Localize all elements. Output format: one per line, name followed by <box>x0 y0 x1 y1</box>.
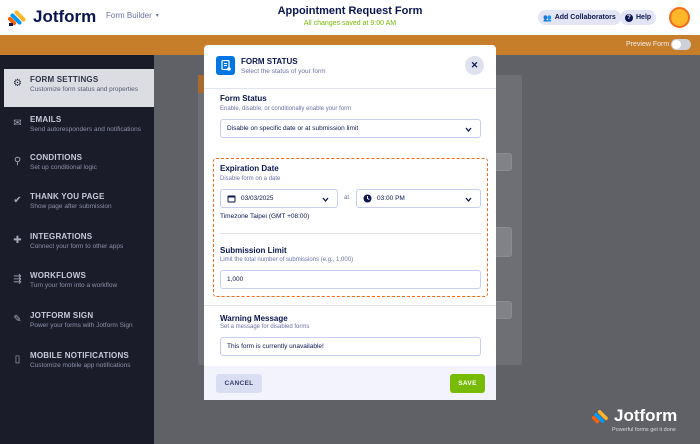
conditions-icon: ⚲ <box>13 156 22 167</box>
clock-icon <box>363 194 372 203</box>
sidebar-item-subtitle: Turn your form into a workflow <box>30 282 118 289</box>
save-button[interactable]: SAVE <box>450 374 485 393</box>
submission-limit-label: Submission Limit <box>220 246 287 255</box>
cancel-button[interactable]: CANCEL <box>216 374 262 393</box>
chevron-down-icon <box>465 127 472 133</box>
sidebar-item-subtitle: Customize form status and properties <box>30 86 139 93</box>
sidebar-item-subtitle: Customize mobile app notifications <box>30 362 131 369</box>
warning-message-input[interactable]: This form is currently unavailable! <box>220 337 481 356</box>
sidebar-item-form-settings[interactable]: ⚙ FORM SETTINGS Customize form status an… <box>4 69 154 107</box>
close-icon: ✕ <box>470 60 479 70</box>
form-status-label: Form Status <box>220 94 267 103</box>
sidebar-item-integrations[interactable]: ✚ INTEGRATIONS Connect your form to othe… <box>0 226 154 264</box>
help-icon: ? <box>625 13 633 22</box>
jotform-watermark: Jotform <box>592 406 677 426</box>
sidebar-item-title: JOTFORM SIGN <box>30 311 94 320</box>
timezone-text: Timezone Taipei (GMT +08:00) <box>220 213 310 220</box>
modal-title: FORM STATUS <box>241 57 298 66</box>
check-circle-icon: ✔ <box>13 195 22 206</box>
submission-limit-description: Limit the total number of submissions (e… <box>220 257 354 263</box>
mobile-icon: ▯ <box>14 354 21 365</box>
modal-footer: CANCEL SAVE <box>204 366 496 400</box>
gear-icon: ⚙ <box>13 78 22 89</box>
sidebar-item-subtitle: Power your forms with Jotform Sign <box>30 322 133 329</box>
sidebar-item-subtitle: Send autoresponders and notifications <box>30 126 141 133</box>
preview-form-toggle[interactable] <box>671 39 691 50</box>
sidebar-item-thank-you-page[interactable]: ✔ THANK YOU PAGE Show page after submiss… <box>0 186 154 224</box>
form-status-description: Enable, disable, or conditionally enable… <box>220 106 352 112</box>
expiration-date-value: 03/03/2025 <box>241 195 274 202</box>
preview-form-label: Preview Form <box>626 41 670 48</box>
close-button[interactable]: ✕ <box>465 56 484 75</box>
chevron-down-icon <box>322 197 329 203</box>
sidebar-item-title: WORKFLOWS <box>30 271 87 280</box>
warning-message-description: Set a message for disabled forms <box>220 324 310 330</box>
sidebar-item-subtitle: Show page after submission <box>30 203 112 210</box>
sign-icon: ✎ <box>13 314 22 325</box>
form-status-select[interactable]: Disable on specific date or at submissio… <box>220 119 481 138</box>
users-icon: 👥 <box>543 14 552 22</box>
avatar[interactable] <box>669 7 690 28</box>
modal-header: FORM STATUS Select the status of your fo… <box>204 45 496 89</box>
sidebar-item-mobile-notifications[interactable]: ▯ MOBILE NOTIFICATIONS Customize mobile … <box>0 345 154 383</box>
section-divider <box>204 305 496 306</box>
warning-message-label: Warning Message <box>220 314 288 323</box>
expiration-time-value: 03:00 PM <box>377 195 405 202</box>
add-collaborators-label: Add Collaborators <box>554 14 616 21</box>
watermark-tagline: Powerful forms get it done <box>612 427 676 433</box>
workflow-icon: ⇶ <box>13 274 22 285</box>
sidebar-item-title: INTEGRATIONS <box>30 232 93 241</box>
document-icon <box>220 60 231 71</box>
sidebar-item-title: MOBILE NOTIFICATIONS <box>30 351 129 360</box>
at-separator: at <box>344 195 350 201</box>
submission-limit-value: 1,000 <box>227 276 244 283</box>
sidebar-item-conditions[interactable]: ⚲ CONDITIONS Set up conditional logic <box>0 147 154 185</box>
modal-subtitle: Select the status of your form <box>241 68 326 75</box>
sidebar-item-subtitle: Set up conditional logic <box>30 164 97 171</box>
sidebar-item-emails[interactable]: ✉ EMAILS Send autoresponders and notific… <box>0 109 154 147</box>
envelope-icon: ✉ <box>13 118 22 129</box>
sidebar-item-workflows[interactable]: ⇶ WORKFLOWS Turn your form into a workfl… <box>0 265 154 303</box>
expiration-date-label: Expiration Date <box>220 164 279 173</box>
top-header: Jotform Form Builder ▾ Appointment Reque… <box>0 0 700 35</box>
sidebar-item-jotform-sign[interactable]: ✎ JOTFORM SIGN Power your forms with Jot… <box>0 305 154 343</box>
calendar-icon <box>227 195 236 203</box>
expiration-date-description: Disable form on a date <box>220 176 281 182</box>
help-label: Help <box>636 14 652 21</box>
sidebar-item-title: CONDITIONS <box>30 153 83 162</box>
sidebar-item-title: THANK YOU PAGE <box>30 192 105 201</box>
sidebar-item-title: EMAILS <box>30 115 62 124</box>
expiration-time-input[interactable]: 03:00 PM <box>356 189 481 208</box>
section-divider <box>220 233 481 234</box>
watermark-brand: Jotform <box>614 406 678 425</box>
puzzle-icon: ✚ <box>13 235 22 246</box>
add-collaborators-button[interactable]: 👥 Add Collaborators <box>538 10 621 25</box>
jotform-logo-icon <box>592 410 608 424</box>
submission-limit-input[interactable]: 1,000 <box>220 270 481 289</box>
chevron-down-icon <box>465 197 472 203</box>
warning-message-value: This form is currently unavailable! <box>227 343 324 350</box>
expiration-date-input[interactable]: 03/03/2025 <box>220 189 338 208</box>
help-button[interactable]: ? Help <box>620 10 657 25</box>
form-status-icon <box>216 56 235 75</box>
sidebar-item-title: FORM SETTINGS <box>30 75 99 84</box>
form-status-value: Disable on specific date or at submissio… <box>227 125 359 132</box>
settings-sidebar: ⚙ FORM SETTINGS Customize form status an… <box>0 55 154 444</box>
sidebar-item-subtitle: Connect your form to other apps <box>30 243 124 250</box>
